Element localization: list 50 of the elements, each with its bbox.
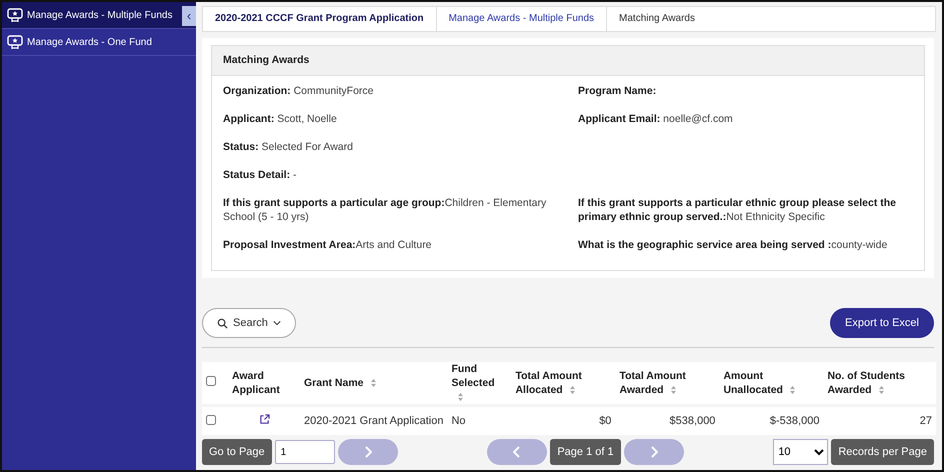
column-header[interactable]: Grant Name xyxy=(304,376,377,390)
search-icon xyxy=(217,318,228,328)
breadcrumb-item: Matching Awards xyxy=(618,12,696,26)
sort-icon[interactable] xyxy=(788,385,796,396)
page-indicator: Page 1 of 1 xyxy=(550,439,621,465)
sort-icon[interactable] xyxy=(670,385,677,396)
page-input-field[interactable]: 1 xyxy=(274,440,335,464)
go-button[interactable] xyxy=(338,439,398,465)
table-cell: $538,000 xyxy=(670,415,716,427)
records-per-page-button[interactable]: Records per Page xyxy=(831,439,934,465)
column-header: Award Applicant xyxy=(232,369,281,397)
row-checkbox[interactable] xyxy=(206,414,216,424)
field-text: Applicant: Scott, Noelle xyxy=(223,112,338,126)
field-text: Status Detail: - xyxy=(223,168,298,182)
page-size-select[interactable]: 10 xyxy=(773,439,828,465)
table-cell: $-538,000 xyxy=(770,415,820,427)
table-cell: 27 xyxy=(920,415,932,427)
chevron-right-icon xyxy=(364,446,372,458)
go-to-page-button[interactable]: Go to Page xyxy=(202,439,272,465)
export-button[interactable]: Export to Excel xyxy=(830,308,934,338)
chevron-right-icon xyxy=(650,446,658,458)
field-text: Applicant Email: noelle@cf.com xyxy=(578,112,734,126)
breadcrumb-item[interactable]: 2020-2021 CCCF Grant Program Application xyxy=(203,7,437,31)
previous-page-button[interactable] xyxy=(487,439,548,465)
award-screen-icon xyxy=(7,34,23,50)
field-text: If this grant supports a particular age group:Children - Elementary School (5 - 10 yrs) xyxy=(223,196,548,224)
table-cell: 2020-2021 Grant Application xyxy=(304,415,444,427)
sort-icon[interactable] xyxy=(568,385,576,396)
next-page-button[interactable] xyxy=(624,439,684,465)
select-all-checkbox[interactable] xyxy=(206,376,216,386)
field-text: If this grant supports a particular ethnic group please select the primary ethnic group served.:Not Ethnicity Specific xyxy=(578,196,897,224)
external-link-icon[interactable] xyxy=(258,414,270,425)
field-text: Proposal Investment Area:Arts and Culture xyxy=(223,238,433,252)
sort-icon[interactable] xyxy=(457,392,464,402)
breadcrumb-item[interactable]: Manage Awards - Multiple Funds xyxy=(436,7,608,31)
caret-icon xyxy=(272,320,281,326)
field-text: What is the geographic service area being served :county-wide xyxy=(578,238,888,252)
field-text: Organization: CommunityForce xyxy=(223,84,375,98)
table-cell: No xyxy=(451,415,466,427)
award-screen-icon xyxy=(7,7,23,23)
sidebar-item[interactable]: Manage Awards - One Fund xyxy=(2,29,196,56)
collapse-button[interactable]: ‹ xyxy=(182,6,196,26)
panel-title: Matching Awards xyxy=(212,46,924,76)
search-button[interactable]: Search xyxy=(202,308,296,338)
sort-icon[interactable] xyxy=(370,378,377,388)
field-text: Status: Selected For Award xyxy=(223,140,354,154)
sort-icon[interactable] xyxy=(878,385,885,396)
table-cell: $0 xyxy=(599,415,612,427)
chevron-left-icon xyxy=(513,446,522,458)
field-text: Program Name: xyxy=(578,84,658,98)
